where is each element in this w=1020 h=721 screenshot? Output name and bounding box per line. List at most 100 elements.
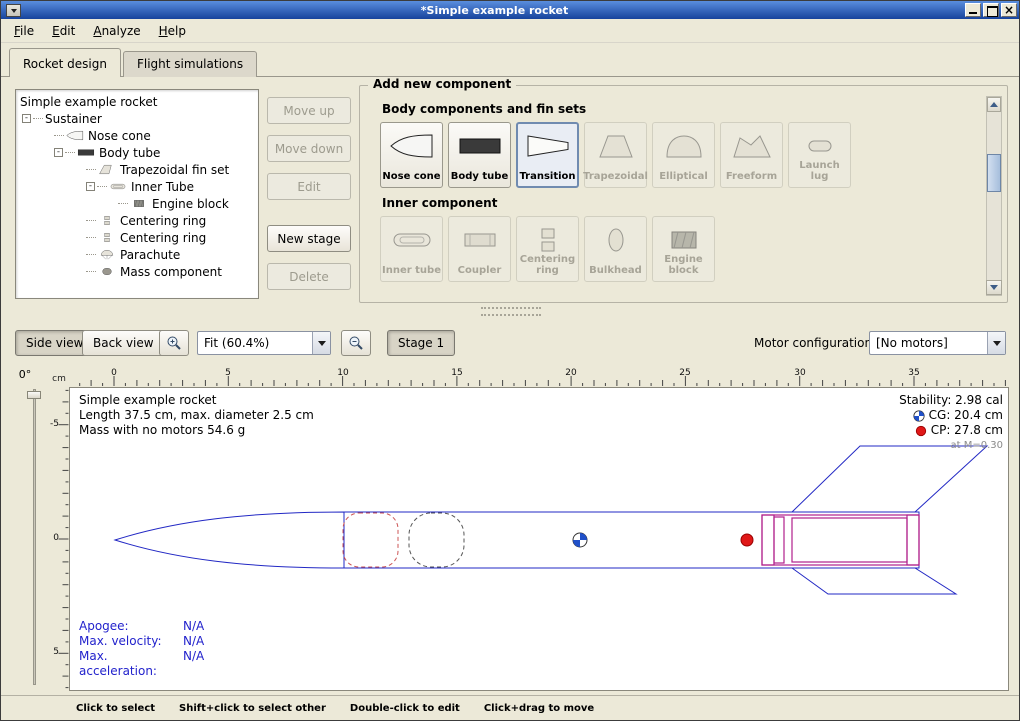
component-button-label: Body tube xyxy=(451,171,509,182)
tree-collapse-icon[interactable]: - xyxy=(22,114,31,123)
tree-item-nose-cone[interactable]: Nose cone xyxy=(16,127,258,144)
component-button-label: Launch lug xyxy=(790,160,849,182)
ruler-label: 35 xyxy=(908,368,919,378)
tree-item-inner-tube[interactable]: -Inner Tube xyxy=(16,178,258,195)
motor-configuration-select[interactable]: [No motors] xyxy=(869,331,1006,355)
component-button-label: Engine block xyxy=(654,254,713,276)
tree-connector xyxy=(54,135,64,136)
top-ruler-ticks xyxy=(69,368,1009,386)
scrollbar-track[interactable] xyxy=(987,112,1001,280)
nosecone-icon xyxy=(66,130,84,141)
tree-item-sustainer[interactable]: -Sustainer xyxy=(16,110,258,127)
move-down-button[interactable]: Move down xyxy=(267,135,351,162)
rotation-slider-thumb[interactable] xyxy=(27,391,41,399)
zoom-in-button[interactable] xyxy=(159,330,189,356)
back-view-button[interactable]: Back view xyxy=(82,330,165,356)
tree-item-body-tube[interactable]: - Body tube xyxy=(16,144,258,161)
stage-1-toggle[interactable]: Stage 1 xyxy=(387,330,455,356)
component-button-label: Freeform xyxy=(726,171,777,182)
add-component-panel: Add new component Body components and fi… xyxy=(359,85,1008,303)
add-bulkhead-button[interactable]: Bulkhead xyxy=(584,216,647,282)
rotation-slider-track[interactable] xyxy=(33,389,36,685)
tree-item-label: Body tube xyxy=(99,146,160,160)
add-centering-ring-button[interactable]: Centering ring xyxy=(516,216,579,282)
component-button-row: Inner tubeCoupler Centering ring Bulkhead E… xyxy=(380,216,977,282)
status-hint: Click+drag to move xyxy=(484,703,594,714)
add-freeform-button[interactable]: Freeform xyxy=(720,122,783,188)
tree-item-engine-block[interactable]: Engine block xyxy=(16,195,258,212)
menu-edit[interactable]: Edit xyxy=(43,20,84,42)
tree-item-mass-component[interactable]: Mass component xyxy=(16,263,258,280)
nose-cone-shape[interactable] xyxy=(115,512,344,568)
edit-button[interactable]: Edit xyxy=(267,173,351,200)
menu-file[interactable]: File xyxy=(5,20,43,42)
component-tree[interactable]: Simple example rocket-SustainerNose cone… xyxy=(15,89,259,299)
rotation-slider[interactable] xyxy=(27,389,41,685)
tab-rocket-design[interactable]: Rocket design xyxy=(9,48,121,77)
new-stage-button[interactable]: New stage xyxy=(267,225,351,252)
scrollbar-thumb[interactable] xyxy=(987,154,1001,192)
maximize-button[interactable] xyxy=(983,3,999,17)
tree-collapse-icon[interactable]: - xyxy=(86,182,95,191)
add-coupler-button[interactable]: Coupler xyxy=(448,216,511,282)
add-trapezoidal-button[interactable]: Trapezoidal xyxy=(584,122,647,188)
add-elliptical-button[interactable]: Elliptical xyxy=(652,122,715,188)
tree-connector xyxy=(86,254,96,255)
delete-button[interactable]: Delete xyxy=(267,263,351,290)
zoom-out-button[interactable] xyxy=(341,330,371,356)
add-launch-lug-button[interactable]: Launch lug xyxy=(788,122,851,188)
result-value: N/A xyxy=(183,619,204,634)
component-panel-scrollbar[interactable] xyxy=(986,96,1002,296)
fin-bottom-shape[interactable] xyxy=(792,568,956,594)
rocket-info: Simple example rocket Length 37.5 cm, ma… xyxy=(79,393,314,438)
tree-connector xyxy=(33,118,43,119)
zoom-out-icon xyxy=(348,335,364,351)
tree-item-parachute[interactable]: Parachute xyxy=(16,246,258,263)
add-nose-cone-button[interactable]: Nose cone xyxy=(380,122,443,188)
bodytube-icon xyxy=(77,147,95,158)
panel-splitter[interactable] xyxy=(481,307,541,316)
rocket-canvas[interactable]: Simple example rocket Length 37.5 cm, ma… xyxy=(69,387,1009,691)
motor-select-arrow-button[interactable] xyxy=(987,332,1005,354)
add-transition-button[interactable]: Transition xyxy=(516,122,579,188)
tab-flight-simulations[interactable]: Flight simulations xyxy=(123,51,257,77)
minimize-button[interactable] xyxy=(965,3,981,17)
scroll-up-button[interactable] xyxy=(987,97,1001,112)
innertube-icon xyxy=(109,181,127,192)
fin-top-shape[interactable] xyxy=(792,446,987,512)
rocket-mass: Mass with no motors 54.6 g xyxy=(79,423,314,438)
motor-configuration-value: [No motors] xyxy=(870,332,987,354)
cp-value: CP: 27.8 cm xyxy=(931,423,1003,438)
tree-collapse-icon[interactable]: - xyxy=(54,148,63,157)
chevron-down-icon xyxy=(318,341,326,350)
component-group-label: Inner component xyxy=(382,196,977,210)
tree-item-centering-ring[interactable]: Centering ring xyxy=(16,212,258,229)
component-button-label: Bulkhead xyxy=(589,265,642,276)
result-label: Apogee: xyxy=(79,619,183,634)
tree-item-centering-ring[interactable]: Centering ring xyxy=(16,229,258,246)
ruler-label: 30 xyxy=(794,368,805,378)
component-button-label: Trapezoidal xyxy=(583,171,648,182)
scroll-down-button[interactable] xyxy=(986,280,1002,295)
component-button-label: Centering ring xyxy=(518,254,577,276)
zoom-select-arrow-button[interactable] xyxy=(312,332,330,354)
ruler-label: -5 xyxy=(49,419,59,429)
menu-help[interactable]: Help xyxy=(150,20,195,42)
flight-results: Apogee:N/AMax. velocity:N/AMax. accelera… xyxy=(79,619,204,679)
add-body-tube-button[interactable]: Body tube xyxy=(448,122,511,188)
status-hint: Click to select xyxy=(76,703,155,714)
zoom-value: Fit (60.4%) xyxy=(198,332,312,354)
component-group-label: Body components and fin sets xyxy=(382,102,977,116)
rotation-value: 0° xyxy=(13,368,37,381)
tree-item-simple-example-rocket[interactable]: Simple example rocket xyxy=(16,93,258,110)
body-tube-shape[interactable] xyxy=(344,512,919,568)
zoom-select[interactable]: Fit (60.4%) xyxy=(197,331,331,355)
add-engine-block-button[interactable]: Engine block xyxy=(652,216,715,282)
close-button[interactable] xyxy=(1001,3,1017,17)
add-inner-tube-button[interactable]: Inner tube xyxy=(380,216,443,282)
move-up-button[interactable]: Move up xyxy=(267,97,351,124)
app-icon[interactable] xyxy=(6,4,21,17)
tree-item-trapezoidal-fin-set[interactable]: Trapezoidal fin set xyxy=(16,161,258,178)
tree-connector xyxy=(65,152,75,153)
menu-analyze[interactable]: Analyze xyxy=(84,20,149,42)
